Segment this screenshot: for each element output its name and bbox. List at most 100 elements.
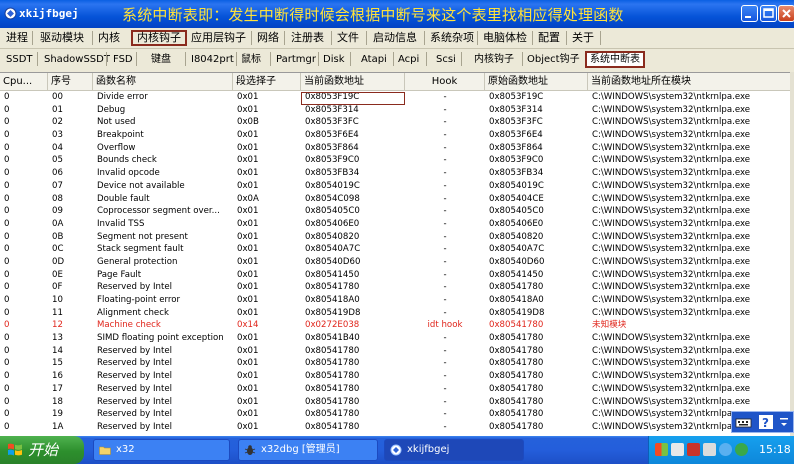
column-header-index[interactable]: 序号 [48, 73, 93, 90]
cell-current-address: 0x8053F9C0 [305, 155, 360, 166]
vertical-scrollbar[interactable] [790, 72, 794, 436]
table-row[interactable]: 0 0D General protection 0x01 0x80540D60 - 0x80… [0, 256, 790, 269]
tab-object-hooks[interactable]: Object钩子 [524, 51, 583, 68]
menu-item-checkup[interactable]: 电脑体检 [479, 30, 531, 46]
taskbar-item-xkijfbgej[interactable]: xkijfbgej [384, 439, 524, 461]
tab-acpi[interactable]: Acpi [395, 51, 422, 68]
table-row[interactable]: 0 11 Alignment check 0x01 0x805419D8 - 0x80541… [0, 307, 790, 320]
maximize-button[interactable] [760, 5, 777, 22]
tab-partmgr[interactable]: Partmgr [273, 51, 319, 68]
table-row[interactable]: 0 06 Invalid opcode 0x01 0x8053FB34 - 0x8053FB… [0, 167, 790, 180]
minimize-button[interactable] [741, 5, 758, 22]
table-row[interactable]: 0 07 Device not available 0x01 0x8054019C - 0x… [0, 180, 790, 193]
table-row[interactable]: 0 17 Reserved by Intel 0x01 0x80541780 - 0x805… [0, 383, 790, 396]
menu-item-startup[interactable]: 启动信息 [369, 30, 421, 46]
table-row[interactable]: 0 0E Page Fault 0x01 0x80541450 - 0x80541450 C:… [0, 269, 790, 282]
tab-keyboard[interactable]: 键盘 [148, 51, 174, 68]
table-row-hooked[interactable]: 0 12 Machine check 0x14 0x0272E038 idt hook 0x… [0, 319, 790, 332]
menu-item-about[interactable]: 关于 [568, 30, 598, 46]
table-row[interactable]: 0 05 Bounds check 0x01 0x8053F9C0 - 0x8053F9C0… [0, 154, 790, 167]
table-row[interactable]: 0 09 Coprocessor segment over... 0x01 0x8054… [0, 205, 790, 218]
table-row[interactable]: 0 0B Segment not present 0x01 0x80540820 - 0x8… [0, 231, 790, 244]
update-icon[interactable] [735, 443, 748, 456]
tab-disk[interactable]: Disk [320, 51, 347, 68]
table-row[interactable]: 0 10 Floating-point error 0x01 0x805418A0 - 0x… [0, 294, 790, 307]
menu-item-kernel-hooks[interactable]: 内核钩子 [131, 30, 187, 46]
cell-original-address: 0x8053F864 [489, 142, 543, 153]
table-row[interactable]: 0 04 Overflow 0x01 0x8053F864 - 0x8053F864 C:\W… [0, 142, 790, 155]
menu-separator [477, 31, 478, 45]
tab-fsd[interactable]: FSD [110, 51, 136, 68]
cell-hook: - [443, 155, 447, 166]
tab-atapi[interactable]: Atapi [358, 51, 390, 68]
column-header-selector[interactable]: 段选择子 [233, 73, 301, 90]
cell-original-address: 0x8053F9C0 [489, 155, 544, 166]
column-header-original-address[interactable]: 原始函数地址 [485, 73, 588, 90]
menu-separator [600, 31, 601, 45]
table-row[interactable]: 0 01 Debug 0x01 0x8053F314 - 0x8053F314 C:\WIND… [0, 104, 790, 117]
cell-original-address: 0x80541780 [489, 333, 544, 344]
table-row[interactable]: 0 15 Reserved by Intel 0x01 0x80541780 - 0x805… [0, 357, 790, 370]
table-row[interactable]: 0 08 Double fault 0x0A 0x8054C098 - 0x805404CE… [0, 193, 790, 206]
menu-item-misc[interactable]: 系统杂项 [426, 30, 478, 46]
table-row[interactable]: 0 0C Stack segment fault 0x01 0x80540A7C - 0x8… [0, 243, 790, 256]
menu-separator [566, 31, 567, 45]
network-icon[interactable] [703, 443, 716, 456]
tab-kernel-hooks[interactable]: 内核钩子 [471, 51, 517, 68]
column-header-hook[interactable]: Hook [405, 73, 485, 90]
taskbar-item-x32dbg[interactable]: x32dbg [管理员] [238, 439, 378, 461]
table-row[interactable]: 0 16 Reserved by Intel 0x01 0x80541780 - 0x805… [0, 370, 790, 383]
tab-scsi[interactable]: Scsi [433, 51, 459, 68]
bug-icon [244, 445, 256, 455]
cell-current-address: 0x8054019C [305, 180, 360, 191]
table-row[interactable]: 0 00 Divide error 0x01 0x8053F19C -0x8053F19C… [0, 91, 790, 104]
table-row[interactable]: 0 1A Reserved by Intel 0x01 0x80541780 - 0x805… [0, 421, 790, 434]
column-header-module[interactable]: 当前函数地址所在模块 [588, 73, 790, 90]
security-icon[interactable] [687, 443, 700, 456]
table-row[interactable]: 0 0F Reserved by Intel 0x01 0x80541780 - 0x805… [0, 281, 790, 294]
keyboard-icon [735, 418, 752, 428]
close-button[interactable] [778, 5, 794, 22]
sync-icon[interactable] [719, 443, 732, 456]
cell-current-address: 0x80541780 [305, 345, 360, 356]
cell-selector: 0x01 [237, 371, 259, 382]
menu-item-user-hooks[interactable]: 应用层钩子 [187, 30, 250, 46]
tab-shadowssdt[interactable]: ShadowSSDT [41, 51, 113, 68]
table-row[interactable]: 0 03 Breakpoint 0x01 0x8053F6E4 - 0x8053F6E4 C:… [0, 129, 790, 142]
tab-i8042prt[interactable]: I8042prt [188, 51, 237, 68]
start-button[interactable]: 开始 [0, 436, 84, 464]
menu-item-registry[interactable]: 注册表 [287, 30, 328, 46]
cell-current-address: 0x80541780 [305, 371, 360, 382]
menu-item-network[interactable]: 网络 [253, 30, 283, 46]
table-row[interactable]: 0 19 Reserved by Intel 0x01 0x80541780 - 0x805… [0, 408, 790, 421]
tool-icon[interactable] [671, 443, 684, 456]
table-row[interactable]: 0 14 Reserved by Intel 0x01 0x80541780 - 0x805… [0, 345, 790, 358]
table-row[interactable]: 0 02 Not used 0x0B 0x8053F3FC - 0x8053F3FC C:\W… [0, 116, 790, 129]
cell-original-address: 0x8053F19C [489, 92, 544, 102]
column-header-cpu[interactable]: Cpu... [0, 73, 48, 90]
cell-function-name: Reserved by Intel [97, 383, 173, 394]
table-row[interactable]: 0 13 SIMD floating point exception 0x01 0x80… [0, 332, 790, 345]
menu-item-config[interactable]: 配置 [534, 30, 564, 46]
cell-hook: - [443, 168, 447, 179]
tab-ssdt[interactable]: SSDT [3, 51, 36, 68]
cell-function-name: Overflow [97, 142, 136, 153]
menu-item-process[interactable]: 进程 [2, 30, 32, 46]
tab-mouse[interactable]: 鼠标 [238, 51, 264, 68]
menu-item-driver[interactable]: 驱动模块 [36, 30, 88, 46]
menu-separator [424, 31, 425, 45]
column-header-function-name[interactable]: 函数名称 [93, 73, 233, 90]
cell-selector: 0x01 [237, 130, 259, 141]
language-bar[interactable]: ? [731, 411, 794, 433]
menu-item-kernel[interactable]: 内核 [94, 30, 124, 46]
windows-flag-icon[interactable] [655, 443, 668, 456]
interrupt-table: Cpu... 序号 函数名称 段选择子 当前函数地址 Hook 原始函数地址 当… [0, 72, 790, 437]
column-header-current-address[interactable]: 当前函数地址 [301, 73, 405, 90]
taskbar-item-x32-folder[interactable]: x32 [93, 439, 230, 461]
menu-separator [532, 31, 533, 45]
cell-current-address: 0x80541780 [305, 421, 360, 432]
table-row[interactable]: 0 18 Reserved by Intel 0x01 0x80541780 - 0x805… [0, 396, 790, 409]
table-row[interactable]: 0 0A Invalid TSS 0x01 0x805406E0 - 0x805406E0 C… [0, 218, 790, 231]
menu-item-file[interactable]: 文件 [333, 30, 363, 46]
tab-interrupt-table[interactable]: 系统中断表 [585, 51, 645, 68]
